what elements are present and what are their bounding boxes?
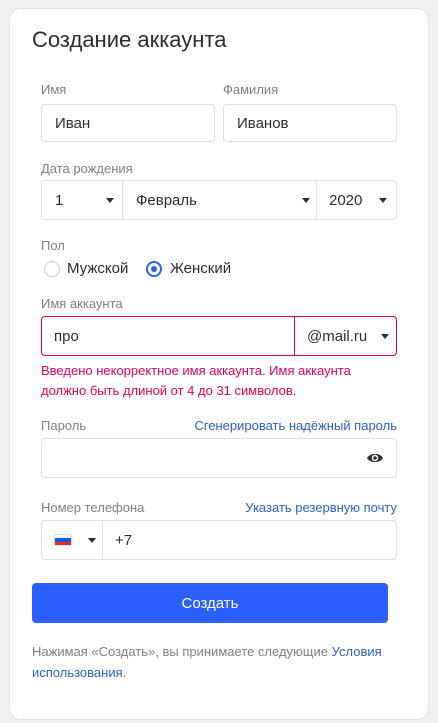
account-error-line-1: Введено некорректное имя аккаунта. Имя а… (41, 363, 351, 378)
terms-link-cont[interactable]: использования (32, 665, 123, 680)
day-select[interactable]: 1 (42, 181, 122, 219)
gender-label: Пол (41, 238, 65, 253)
password-label: Пароль (41, 418, 87, 433)
last-name-label: Фамилия (223, 82, 279, 97)
chevron-down-icon (88, 538, 96, 543)
first-name-value: Иван (55, 114, 91, 132)
domain-value: @mail.ru (307, 327, 368, 345)
year-value: 2020 (329, 191, 363, 209)
gender-option-male[interactable]: Мужской (44, 260, 128, 277)
account-name-value: про (54, 327, 79, 345)
generate-password-link[interactable]: Сгенерировать надёжный пароль (194, 418, 397, 434)
month-select[interactable]: Февраль (123, 181, 316, 219)
chevron-down-icon (106, 198, 114, 203)
password-field[interactable] (41, 438, 397, 478)
phone-group: +7 (41, 520, 397, 560)
radio-male[interactable] (44, 260, 60, 277)
gender-male-label: Мужской (67, 260, 129, 277)
domain-select[interactable]: @mail.ru (295, 317, 396, 355)
terms-text: Нажимая «Создать», вы принимаете следующ… (32, 641, 392, 683)
day-value: 1 (55, 191, 64, 209)
month-value: Февраль (136, 191, 197, 209)
country-select[interactable] (42, 521, 102, 559)
birth-date-group: 1 Февраль 2020 (41, 180, 397, 220)
birth-date-label: Дата рождения (41, 161, 133, 176)
account-error-line-2: должно быть длиной от 4 до 31 символов. (41, 383, 297, 398)
page-title: Создание аккаунта (32, 27, 227, 52)
last-name-value: Иванов (237, 114, 289, 132)
phone-input[interactable]: +7 (103, 521, 396, 559)
terms-link[interactable]: Условия (332, 644, 382, 659)
first-name-label: Имя (41, 82, 67, 97)
first-name-field[interactable]: Иван (41, 104, 215, 142)
create-button[interactable]: Создать (32, 583, 388, 623)
chevron-down-icon (302, 198, 310, 203)
phone-label: Номер телефона (41, 500, 145, 515)
eye-icon[interactable] (366, 450, 384, 466)
gender-female-label: Женский (170, 260, 232, 277)
phone-value: +7 (115, 531, 133, 549)
account-name-input[interactable]: про (42, 317, 294, 355)
last-name-field[interactable]: Иванов (223, 104, 397, 142)
account-name-group: про @mail.ru (41, 316, 397, 356)
radio-female[interactable] (146, 260, 162, 277)
terms-prefix: Нажимая «Создать», вы принимаете следующ… (32, 644, 332, 659)
gender-option-female[interactable]: Женский (146, 260, 231, 277)
russia-flag-icon (54, 534, 72, 546)
backup-email-link[interactable]: Указать резервную почту (245, 500, 397, 516)
chevron-down-icon (379, 198, 387, 203)
chevron-down-icon (381, 334, 389, 339)
terms-end: . (122, 665, 127, 680)
account-name-label: Имя аккаунта (41, 296, 123, 311)
year-select[interactable]: 2020 (317, 181, 396, 219)
